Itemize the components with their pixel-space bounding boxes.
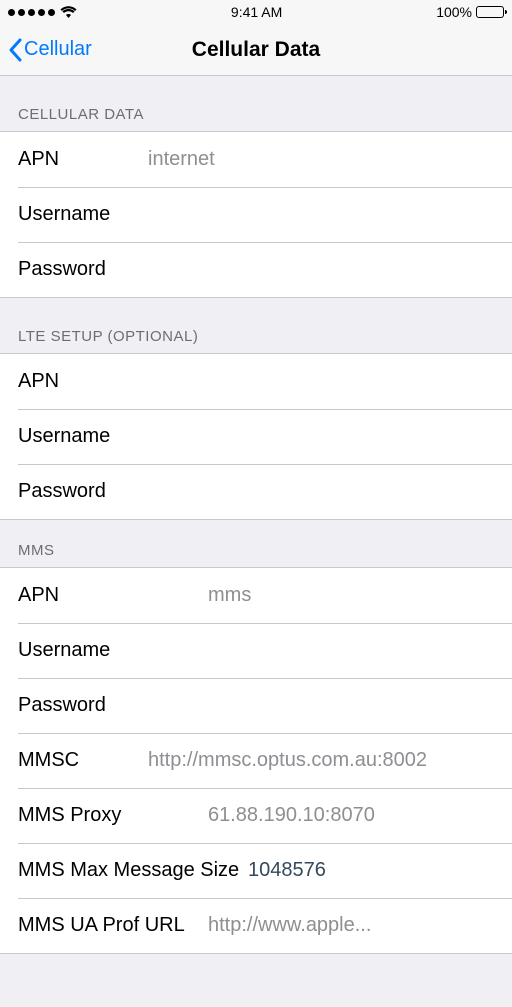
row-lte-password[interactable]: Password [0, 464, 512, 519]
row-cd-password[interactable]: Password [0, 242, 512, 297]
label-lte-username: Username [18, 425, 148, 448]
row-mms-max-size[interactable]: MMS Max Message Size [0, 843, 512, 898]
input-mms-ua-prof[interactable]: http://www.apple... [208, 914, 494, 937]
label-mms-ua-prof: MMS UA Prof URL [18, 914, 208, 937]
status-left [8, 6, 77, 19]
status-bar: 9:41 AM 100% [0, 0, 512, 24]
label-mms-max-size: MMS Max Message Size [18, 859, 248, 882]
battery-icon [476, 6, 504, 18]
back-label: Cellular [24, 38, 92, 61]
label-cd-apn: APN [18, 148, 148, 171]
input-mms-proxy[interactable] [208, 804, 494, 827]
label-lte-password: Password [18, 480, 148, 503]
content-scroll[interactable]: CELLULAR DATA APN Username Password LTE … [0, 76, 512, 1007]
back-button[interactable]: Cellular [8, 38, 92, 62]
row-lte-apn[interactable]: APN [0, 354, 512, 409]
status-time: 9:41 AM [231, 4, 282, 20]
row-mms-password[interactable]: Password [0, 678, 512, 733]
row-cd-username[interactable]: Username [0, 187, 512, 242]
row-cd-apn[interactable]: APN [0, 132, 512, 187]
input-cd-apn[interactable] [148, 148, 494, 171]
input-cd-password[interactable] [148, 258, 494, 281]
status-right: 100% [436, 4, 504, 20]
input-mms-max-size[interactable] [248, 859, 494, 882]
row-mms-ua-prof[interactable]: MMS UA Prof URL http://www.apple... [0, 898, 512, 953]
chevron-left-icon [8, 38, 22, 62]
group-lte: APN Username Password [0, 353, 512, 520]
row-mms-proxy[interactable]: MMS Proxy [0, 788, 512, 843]
input-lte-username[interactable] [148, 425, 494, 448]
row-mms-mmsc[interactable]: MMSC [0, 733, 512, 788]
label-mms-username: Username [18, 639, 148, 662]
wifi-icon [60, 6, 77, 19]
signal-dots [8, 9, 55, 16]
input-cd-username[interactable] [148, 203, 494, 226]
label-mms-proxy: MMS Proxy [18, 804, 208, 827]
label-cd-username: Username [18, 203, 148, 226]
section-header-mms: MMS [0, 520, 512, 567]
row-lte-username[interactable]: Username [0, 409, 512, 464]
input-mms-password[interactable] [148, 694, 494, 717]
row-mms-username[interactable]: Username [0, 623, 512, 678]
input-mms-mmsc[interactable] [148, 749, 494, 772]
input-mms-username[interactable] [148, 639, 494, 662]
label-mms-mmsc: MMSC [18, 749, 148, 772]
section-header-cellular-data: CELLULAR DATA [0, 76, 512, 131]
section-header-lte: LTE SETUP (OPTIONAL) [0, 298, 512, 353]
input-lte-apn[interactable] [148, 370, 494, 393]
input-mms-apn[interactable] [208, 584, 494, 607]
label-mms-apn: APN [18, 584, 208, 607]
label-cd-password: Password [18, 258, 148, 281]
group-cellular-data: APN Username Password [0, 131, 512, 298]
input-lte-password[interactable] [148, 480, 494, 503]
battery-pct: 100% [436, 4, 472, 20]
row-mms-apn[interactable]: APN [0, 568, 512, 623]
nav-bar: Cellular Cellular Data [0, 24, 512, 76]
label-mms-password: Password [18, 694, 148, 717]
group-mms: APN Username Password MMSC MMS Proxy MMS… [0, 567, 512, 954]
label-lte-apn: APN [18, 370, 148, 393]
